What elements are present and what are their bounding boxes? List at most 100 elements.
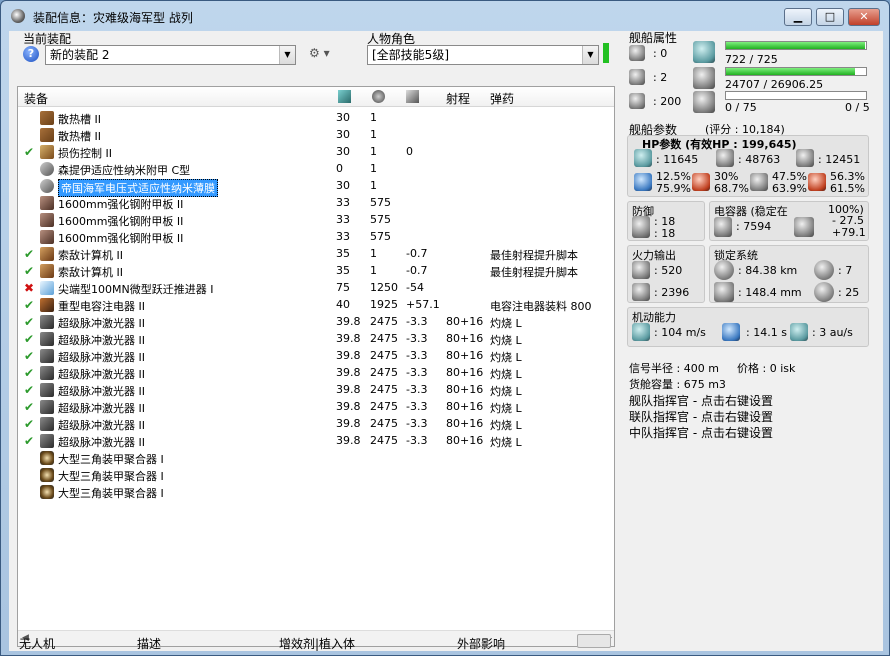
module-status-icon[interactable]: ✔: [24, 434, 36, 448]
warp-speed-icon: [790, 323, 808, 341]
module-status-icon[interactable]: ✔: [24, 247, 36, 261]
mobility-speed: : 104 m/s: [654, 326, 706, 339]
module-range: 80+16: [446, 315, 484, 328]
help-icon[interactable]: ?: [23, 46, 39, 62]
module-capacitor: -0.7: [406, 247, 428, 260]
module-row[interactable]: 大型三角装甲聚合器 I: [18, 483, 614, 500]
module-ammo: 最佳射程提升脚本: [490, 249, 578, 262]
module-status-icon[interactable]: ✔: [24, 298, 36, 312]
module-icon: [40, 111, 54, 125]
module-row[interactable]: ✔ 超级脉冲激光器 II 39.8 2475 -3.3 80+16 灼烧 L: [18, 415, 614, 432]
module-cpu: 30: [336, 128, 350, 141]
module-cpu: 33: [336, 213, 350, 226]
module-powergrid: 2475: [370, 417, 398, 430]
tab-boosters-implants[interactable]: 增效剂|植入体: [279, 635, 355, 652]
module-row[interactable]: ✔ 索敌计算机 II 35 1 -0.7 最佳射程提升脚本: [18, 262, 614, 279]
module-row[interactable]: 1600mm强化钢附甲板 II 33 575: [18, 194, 614, 211]
tab-drones[interactable]: 无人机: [19, 635, 55, 652]
close-button[interactable]: ✕: [848, 8, 880, 26]
squad-commander[interactable]: 中队指挥官 - 点击右键设置: [629, 424, 773, 441]
module-row[interactable]: 帝国海军电压式适应性纳米薄膜 30 1: [18, 177, 614, 197]
res-kinetic-armor: 63.9%: [772, 182, 807, 195]
module-row[interactable]: ✔ 超级脉冲激光器 II 39.8 2475 -3.3 80+16 灼烧 L: [18, 330, 614, 347]
tab-external-effects[interactable]: 外部影响: [457, 635, 505, 652]
module-row[interactable]: 散热槽 II 30 1: [18, 109, 614, 126]
module-row[interactable]: ✔ 超级脉冲激光器 II 39.8 2475 -3.3 80+16 灼烧 L: [18, 432, 614, 449]
price: 价格 : 0 isk: [737, 362, 796, 375]
module-row[interactable]: ✔ 超级脉冲激光器 II 39.8 2475 -3.3 80+16 灼烧 L: [18, 364, 614, 381]
tab-extra-button[interactable]: [577, 634, 611, 648]
em-resist-icon: [634, 173, 652, 191]
module-icon: [40, 298, 54, 312]
module-status-icon[interactable]: ✔: [24, 417, 36, 431]
module-row[interactable]: ✔ 索敌计算机 II 35 1 -0.7 最佳射程提升脚本: [18, 245, 614, 262]
module-status-icon[interactable]: ✔: [24, 264, 36, 278]
fitting-select[interactable]: 新的装配 2 ▼: [45, 45, 296, 65]
module-row[interactable]: ✔ 超级脉冲激光器 II 39.8 2475 -3.3 80+16 灼烧 L: [18, 398, 614, 415]
module-status-icon[interactable]: ✔: [24, 145, 36, 159]
module-list[interactable]: 装备 射程 弹药 散热槽 II 30 1 散热槽 II 30 1 ✔ 损伤控制 II 30 1 0 森…: [17, 86, 615, 647]
powergrid-bar-fill: [726, 68, 855, 75]
module-status-icon[interactable]: ✔: [24, 400, 36, 414]
module-row[interactable]: 大型三角装甲聚合器 I: [18, 466, 614, 483]
module-row[interactable]: ✔ 超级脉冲激光器 II 39.8 2475 -3.3 80+16 灼烧 L: [18, 381, 614, 398]
cpu-icon: [693, 41, 715, 63]
module-capacitor: -3.3: [406, 400, 428, 413]
module-icon: [40, 196, 54, 210]
module-status-icon[interactable]: ✔: [24, 332, 36, 346]
cpu-bar-fill: [726, 42, 866, 49]
module-icon: [40, 332, 54, 346]
module-row[interactable]: 大型三角装甲聚合器 I: [18, 449, 614, 466]
mobility-warp: : 3 au/s: [812, 326, 853, 339]
col-ammo[interactable]: 弹药: [490, 90, 514, 107]
module-ammo: 灼烧 L: [490, 419, 522, 432]
module-row[interactable]: ✔ 超级脉冲激光器 II 39.8 2475 -3.3 80+16 灼烧 L: [18, 347, 614, 364]
module-range: 80+16: [446, 417, 484, 430]
hp-box: HP参数 (有效HP : 199,645) : 11645 : 48763 : …: [627, 135, 869, 197]
module-row[interactable]: 散热槽 II 30 1: [18, 126, 614, 143]
cpu-icon[interactable]: [338, 90, 351, 103]
module-powergrid: 575: [370, 196, 391, 209]
capacitor-icon[interactable]: [406, 90, 419, 103]
col-equipment[interactable]: 装备: [24, 90, 48, 107]
module-status-icon[interactable]: ✔: [24, 366, 36, 380]
explosive-resist-icon: [808, 173, 826, 191]
module-row[interactable]: 1600mm强化钢附甲板 II 33 575: [18, 228, 614, 245]
module-range: 80+16: [446, 400, 484, 413]
module-ammo: 灼烧 L: [490, 385, 522, 398]
module-status-icon[interactable]: ✔: [24, 383, 36, 397]
list-header: 装备 射程 弹药: [18, 87, 614, 107]
module-capacitor: -3.3: [406, 383, 428, 396]
module-name: 大型三角装甲聚合器 I: [58, 470, 164, 483]
module-ammo: 灼烧 L: [490, 368, 522, 381]
wing-commander[interactable]: 联队指挥官 - 点击右键设置: [629, 408, 773, 425]
powergrid-icon[interactable]: [372, 90, 385, 103]
target-range-icon: [714, 260, 734, 280]
module-row[interactable]: ✔ 超级脉冲激光器 II 39.8 2475 -3.3 80+16 灼烧 L: [18, 313, 614, 330]
title-bar[interactable]: 装配信息：灾难级海军型 战列 ▁ □ ✕: [1, 1, 889, 31]
fleet-commander[interactable]: 舰队指挥官 - 点击右键设置: [629, 392, 773, 409]
module-status-icon[interactable]: ✔: [24, 315, 36, 329]
capacitor-box: 电容器 (稳定在 100%) : 7594 - 27.5 +79.1: [709, 201, 869, 241]
bottom-tabs: 无人机 描述 增效剂|植入体 外部影响: [17, 633, 615, 651]
module-row[interactable]: 1600mm强化钢附甲板 II 33 575: [18, 211, 614, 228]
module-cpu: 75: [336, 281, 350, 294]
fitting-tools-button[interactable]: ⚙ ▾: [309, 46, 337, 64]
tab-description[interactable]: 描述: [137, 635, 161, 652]
module-status-icon[interactable]: ✖: [24, 281, 36, 295]
module-status-icon[interactable]: ✔: [24, 349, 36, 363]
module-row[interactable]: ✖ 尖端型100MN微型跃迁推进器 I 75 1250 -54: [18, 279, 614, 296]
module-cpu: 40: [336, 298, 350, 311]
powergrid-icon: [693, 67, 715, 89]
module-row[interactable]: 森提伊适应性纳米附甲 C型 0 1: [18, 160, 614, 177]
maximize-button[interactable]: □: [816, 8, 844, 26]
col-range[interactable]: 射程: [446, 90, 470, 107]
module-cpu: 39.8: [336, 349, 361, 362]
module-row[interactable]: ✔ 重型电容注电器 II 40 1925 +57.1 电容注电器装料 800: [18, 296, 614, 313]
speed-icon: [632, 323, 650, 341]
module-powergrid: 1: [370, 145, 377, 158]
module-powergrid: 1: [370, 264, 377, 277]
module-row[interactable]: ✔ 损伤控制 II 30 1 0: [18, 143, 614, 160]
character-select[interactable]: [全部技能5级] ▼: [367, 45, 599, 65]
minimize-button[interactable]: ▁: [784, 8, 812, 26]
